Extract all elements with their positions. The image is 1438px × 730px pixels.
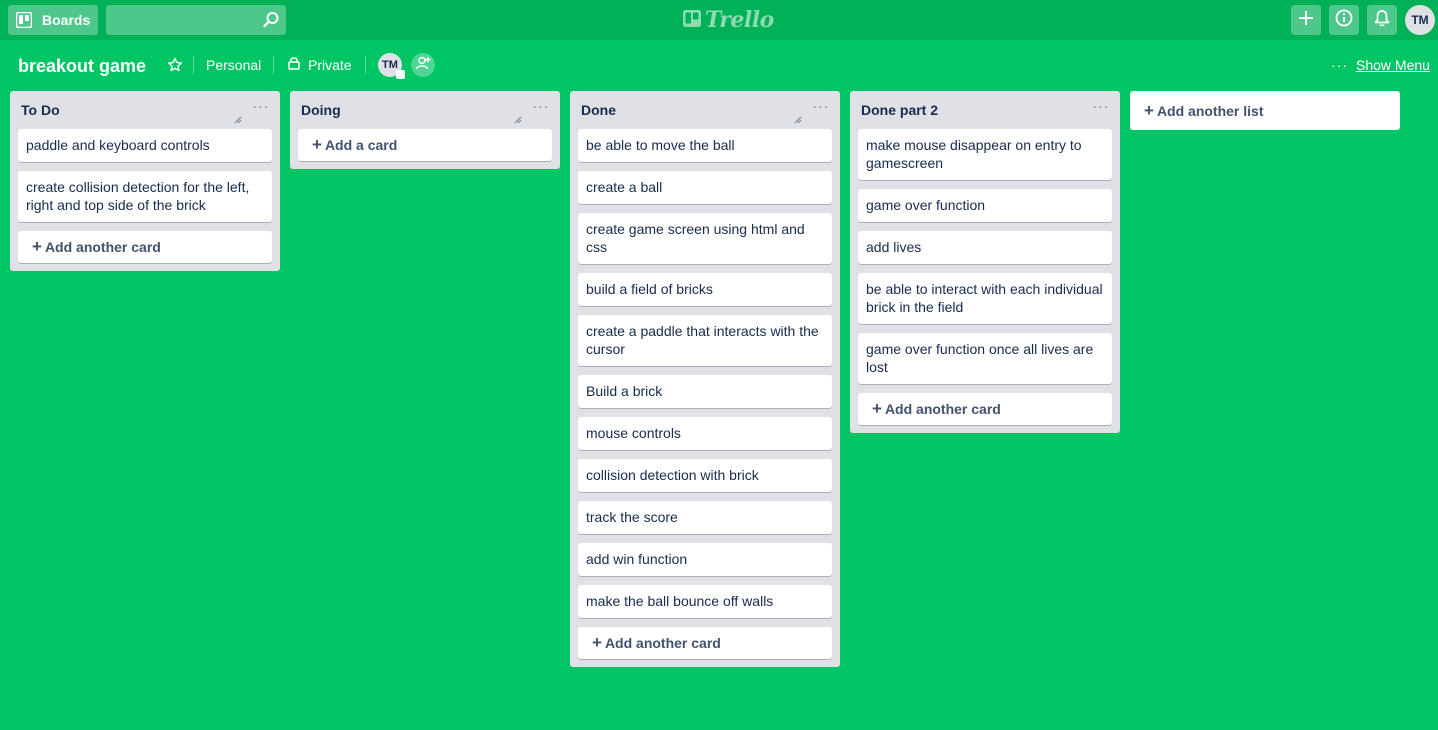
list-doing: Doing ··· + Add a card	[290, 91, 560, 169]
card-list: be able to move the ball create a ball c…	[570, 129, 840, 659]
list-done: Done ··· be able to move the ball create…	[570, 91, 840, 667]
add-card-label: Add another card	[884, 401, 1001, 417]
card[interactable]: add win function	[578, 543, 832, 576]
resize-handle-icon	[234, 111, 242, 129]
header-divider	[273, 56, 274, 74]
show-menu-button[interactable]: ··· Show Menu	[1331, 56, 1430, 74]
boards-icon	[16, 12, 32, 28]
member-avatar[interactable]: TM	[378, 53, 405, 79]
list-title[interactable]: Doing	[301, 102, 341, 118]
card[interactable]: mouse controls	[578, 417, 832, 450]
add-card-button[interactable]: + Add another card	[18, 231, 272, 263]
card[interactable]: add lives	[858, 231, 1112, 264]
card[interactable]: create a paddle that interacts with the …	[578, 315, 832, 366]
list-header: Done ···	[570, 91, 840, 129]
add-card-label: Add another card	[44, 239, 161, 255]
card[interactable]: game over function	[858, 189, 1112, 222]
team-button[interactable]: Personal	[206, 56, 261, 74]
resize-handle-icon	[794, 111, 802, 129]
add-card-label: Add another card	[604, 635, 721, 651]
list-menu-icon[interactable]: ···	[532, 99, 550, 119]
list-menu-icon[interactable]: ···	[1092, 99, 1110, 119]
list-menu-icon[interactable]: ···	[812, 99, 830, 119]
more-icon: ···	[1331, 57, 1348, 73]
card[interactable]: build a field of bricks	[578, 273, 832, 306]
plus-icon: +	[872, 399, 882, 418]
info-icon	[1335, 9, 1353, 32]
invite-member-button[interactable]	[411, 53, 435, 77]
list-menu-icon[interactable]: ···	[252, 99, 270, 119]
add-card-button[interactable]: + Add another card	[858, 393, 1112, 425]
card[interactable]: make mouse disappear on entry to gamescr…	[858, 129, 1112, 180]
list-title[interactable]: Done part 2	[861, 102, 938, 118]
card[interactable]: create a ball	[578, 171, 832, 204]
add-list-button[interactable]: + Add another list	[1130, 91, 1400, 130]
plus-icon: +	[312, 135, 322, 154]
list-done-part-2: Done part 2 ··· make mouse disappear on …	[850, 91, 1120, 433]
header-divider	[193, 56, 194, 74]
board-title[interactable]: breakout game	[18, 54, 146, 78]
add-card-button[interactable]: + Add another card	[578, 627, 832, 659]
plus-icon: +	[592, 633, 602, 652]
top-header: Boards Trello TM	[0, 0, 1438, 40]
admin-badge-icon	[396, 70, 405, 79]
search-input[interactable]	[106, 5, 286, 35]
search-box	[106, 5, 286, 35]
card-list: + Add a card	[290, 129, 560, 161]
card[interactable]: game over function once all lives are lo…	[858, 333, 1112, 384]
card[interactable]: collision detection with brick	[578, 459, 832, 492]
list-header: To Do ···	[10, 91, 280, 129]
trello-logo-text: Trello	[705, 7, 774, 33]
list-title[interactable]: To Do	[21, 102, 60, 118]
add-card-label: Add a card	[324, 137, 398, 153]
add-card-button[interactable]: + Add a card	[298, 129, 552, 161]
list-to-do: To Do ··· paddle and keyboard controls c…	[10, 91, 280, 271]
card[interactable]: be able to move the ball	[578, 129, 832, 162]
card[interactable]: paddle and keyboard controls	[18, 129, 272, 162]
plus-icon: +	[1144, 100, 1154, 120]
card[interactable]: Build a brick	[578, 375, 832, 408]
card[interactable]: be able to interact with each individual…	[858, 273, 1112, 324]
list-header: Doing ···	[290, 91, 560, 129]
list-title[interactable]: Done	[581, 102, 616, 118]
card-list: make mouse disappear on entry to gamescr…	[850, 129, 1120, 425]
header-divider	[365, 56, 366, 74]
card-list: paddle and keyboard controls create coll…	[10, 129, 280, 263]
trello-logo-icon	[683, 7, 701, 33]
create-button[interactable]	[1291, 5, 1321, 35]
card[interactable]: create collision detection for the left,…	[18, 171, 272, 222]
plus-icon: +	[32, 237, 42, 256]
plus-icon	[1298, 10, 1314, 31]
notifications-button[interactable]	[1367, 5, 1397, 35]
member-initials: TM	[382, 59, 398, 71]
user-avatar[interactable]: TM	[1405, 5, 1435, 35]
card[interactable]: make the ball bounce off walls	[578, 585, 832, 618]
resize-handle-icon	[514, 111, 522, 129]
trello-logo[interactable]: Trello	[683, 6, 774, 34]
card[interactable]: create game screen using html and css	[578, 213, 832, 264]
info-button[interactable]	[1329, 5, 1359, 35]
show-menu-label: Show Menu	[1356, 57, 1430, 73]
star-icon[interactable]	[167, 57, 183, 78]
boards-button[interactable]: Boards	[8, 5, 98, 35]
bell-icon	[1374, 9, 1390, 32]
visibility-label: Private	[308, 57, 352, 73]
visibility-button[interactable]: Private	[288, 56, 352, 74]
boards-label: Boards	[42, 12, 91, 28]
search-icon[interactable]	[262, 11, 280, 34]
add-member-icon	[415, 55, 431, 76]
add-list-label: Add another list	[1156, 102, 1264, 119]
card[interactable]: track the score	[578, 501, 832, 534]
list-header: Done part 2 ···	[850, 91, 1120, 129]
lock-icon	[288, 56, 308, 74]
